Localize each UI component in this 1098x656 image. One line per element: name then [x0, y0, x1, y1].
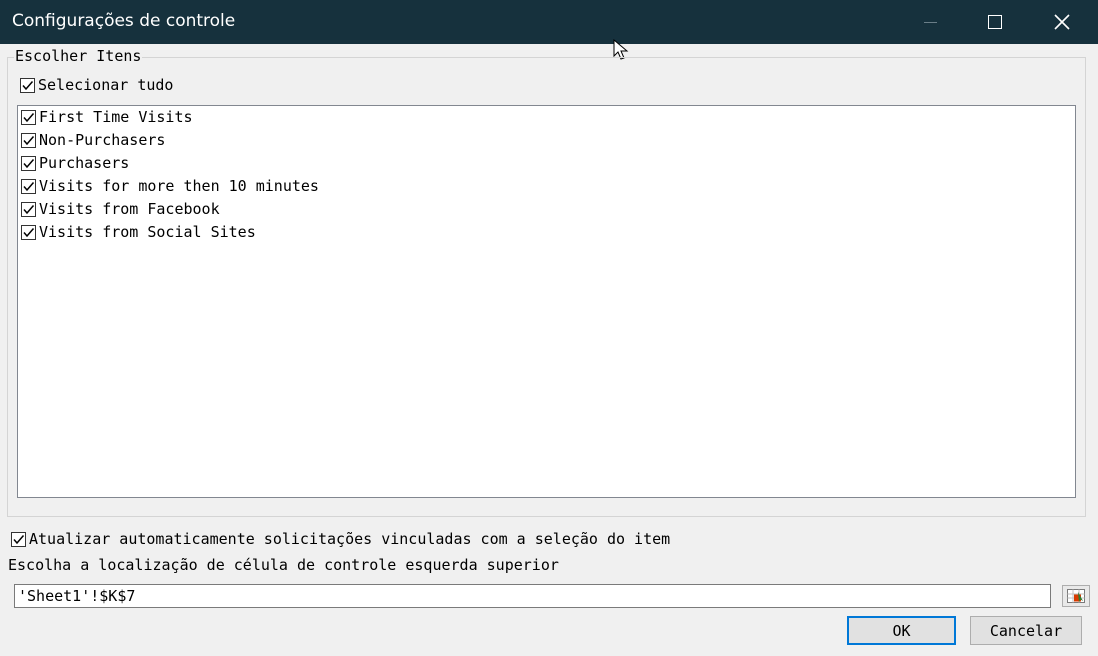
list-item[interactable]: First Time Visits — [21, 107, 193, 127]
checkbox-box[interactable] — [21, 224, 36, 240]
checkmark-icon — [23, 227, 35, 237]
checkbox-box[interactable] — [21, 178, 36, 194]
checkmark-icon — [22, 80, 34, 90]
location-label: Escolha a localização de célula de contr… — [8, 556, 559, 574]
list-item-label: Purchasers — [39, 154, 130, 172]
list-item-label: First Time Visits — [39, 108, 193, 126]
range-select-button[interactable] — [1062, 585, 1090, 607]
auto-update-label: Atualizar automaticamente solicitações v… — [29, 530, 671, 548]
list-item[interactable]: Visits for more then 10 minutes — [21, 176, 319, 196]
list-item-label: Visits from Social Sites — [39, 223, 256, 241]
checkbox-box[interactable] — [21, 132, 36, 148]
close-icon — [1054, 14, 1070, 30]
list-item-label: Non-Purchasers — [39, 131, 166, 149]
checkmark-icon — [23, 135, 35, 145]
list-item-label: Visits from Facebook — [39, 200, 220, 218]
checkbox-box[interactable] — [21, 201, 36, 217]
checkmark-icon — [23, 158, 35, 168]
list-item-label: Visits for more then 10 minutes — [39, 177, 319, 195]
list-item[interactable]: Non-Purchasers — [21, 130, 165, 150]
maximize-button[interactable] — [965, 0, 1025, 44]
items-listbox[interactable]: First Time Visits Non-Purchasers Purchas… — [17, 105, 1076, 498]
select-all-label: Selecionar tudo — [38, 76, 174, 94]
checkmark-icon — [23, 204, 35, 214]
ok-button[interactable]: OK — [847, 616, 956, 645]
minimize-icon — [923, 21, 937, 23]
checkmark-icon — [23, 181, 35, 191]
checkbox-box[interactable] — [11, 531, 26, 547]
list-item[interactable]: Visits from Facebook — [21, 199, 220, 219]
cancel-button[interactable]: Cancelar — [970, 616, 1082, 645]
group-legend: Escolher Itens — [14, 47, 143, 65]
checkbox-box[interactable] — [20, 77, 35, 93]
auto-update-checkbox[interactable]: Atualizar automaticamente solicitações v… — [11, 529, 670, 549]
checkmark-icon — [13, 534, 25, 544]
maximize-icon — [988, 15, 1002, 29]
list-item[interactable]: Visits from Social Sites — [21, 222, 256, 242]
range-select-icon — [1067, 589, 1085, 603]
checkbox-box[interactable] — [21, 109, 36, 125]
cell-location-input[interactable]: 'Sheet1'!$K$7 — [14, 584, 1051, 608]
close-button[interactable] — [1032, 0, 1092, 44]
minimize-button[interactable] — [900, 0, 960, 44]
select-all-checkbox[interactable]: Selecionar tudo — [20, 75, 173, 95]
list-item[interactable]: Purchasers — [21, 153, 129, 173]
checkmark-icon — [23, 112, 35, 122]
title-bar: Configurações de controle — [0, 0, 1098, 44]
checkbox-box[interactable] — [21, 155, 36, 171]
window-title: Configurações de controle — [12, 11, 236, 31]
